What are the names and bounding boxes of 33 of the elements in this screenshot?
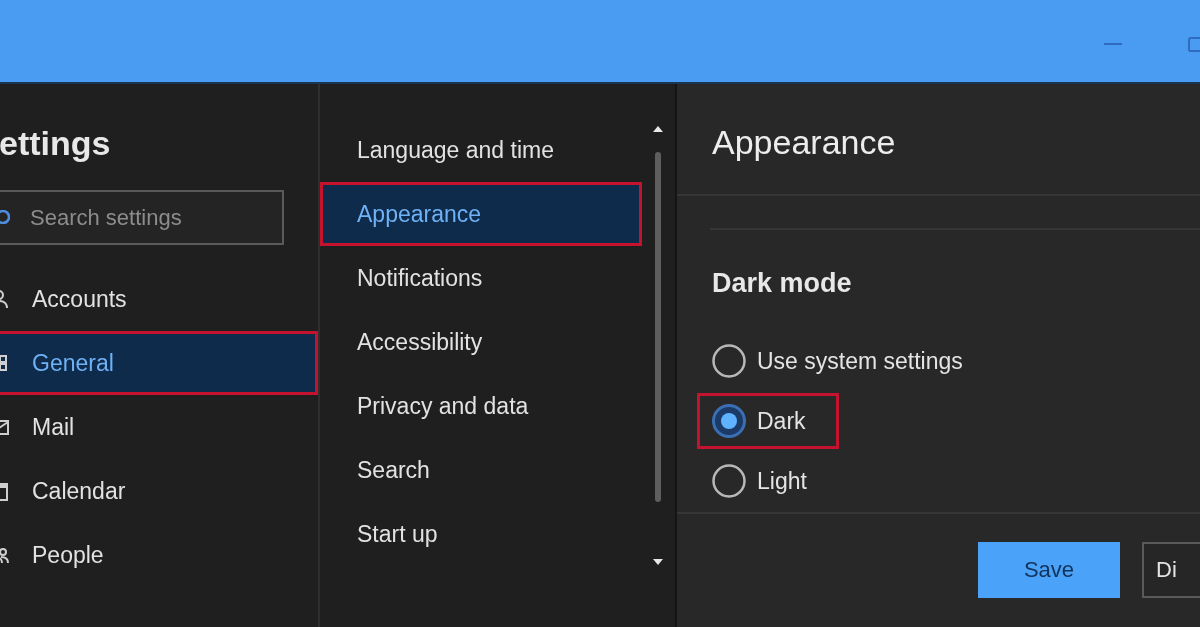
scrollbar-thumb[interactable] xyxy=(655,152,661,502)
caret-up-icon[interactable] xyxy=(653,126,663,132)
radio-option[interactable]: Dark xyxy=(697,393,839,449)
radio-icon[interactable] xyxy=(712,344,746,378)
radio-option[interactable]: Use system settings xyxy=(697,333,996,389)
envelope-icon xyxy=(0,417,9,437)
page-title: Appearance xyxy=(712,122,896,163)
discard-button[interactable]: Di xyxy=(1142,542,1200,598)
radio-icon[interactable] xyxy=(712,464,746,498)
category-item[interactable]: Notifications xyxy=(320,246,642,310)
category-item[interactable]: Language and time xyxy=(320,118,642,182)
grid-icon xyxy=(0,353,9,373)
person-icon xyxy=(0,289,9,309)
save-button[interactable]: Save xyxy=(978,542,1120,598)
radio-option[interactable]: Light xyxy=(697,453,840,509)
settings-title: ettings xyxy=(0,123,111,164)
section-heading: Dark mode xyxy=(712,267,852,300)
nav-item[interactable]: Calendar xyxy=(0,459,318,523)
nav-item[interactable]: General xyxy=(0,331,318,395)
category-item[interactable]: Accessibility xyxy=(320,310,642,374)
radio-icon[interactable] xyxy=(712,404,746,438)
nav-item[interactable]: Accounts xyxy=(0,267,318,331)
search-icon xyxy=(0,210,10,224)
category-item[interactable]: Search xyxy=(320,438,642,502)
nav-item[interactable]: People xyxy=(0,523,318,587)
category-item[interactable]: Appearance xyxy=(320,182,642,246)
people-icon xyxy=(0,545,9,565)
category-item[interactable]: Privacy and data xyxy=(320,374,642,438)
calendar-icon xyxy=(0,481,9,501)
nav-item[interactable]: Mail xyxy=(0,395,318,459)
caret-down-icon[interactable] xyxy=(653,559,663,565)
category-item[interactable]: Start up xyxy=(320,502,642,566)
search-field[interactable]: Search settings xyxy=(0,190,284,245)
